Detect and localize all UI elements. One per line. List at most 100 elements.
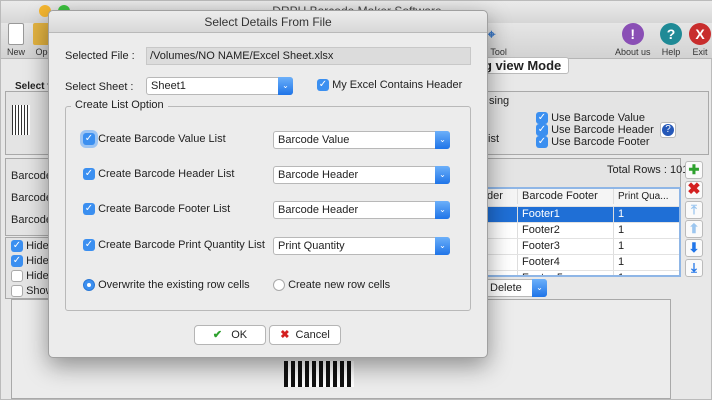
- barcode-label: Barcode: [11, 170, 52, 182]
- col-header[interactable]: Print Qua...: [613, 189, 669, 204]
- col-header[interactable]: der: [483, 189, 517, 204]
- delete-row-button[interactable]: ✖: [685, 181, 703, 199]
- checkbox: ✓: [11, 255, 23, 268]
- table-cell: 1: [613, 207, 669, 222]
- checkbox: ✓: [83, 239, 95, 252]
- table-cell: Footer4: [517, 255, 613, 270]
- radio-selected: [83, 279, 95, 292]
- use-options: ✓ Use Barcode Value ✓ Use Barcode Header…: [536, 112, 654, 149]
- exit-button[interactable]: X Exit: [689, 23, 711, 57]
- arrow-up-top-icon: ⤒: [691, 202, 697, 217]
- about-icon: !: [621, 23, 644, 45]
- chevron-down-icon: ⌄: [435, 131, 450, 149]
- column-select[interactable]: Barcode Value ⌄: [273, 131, 450, 149]
- checkbox: ✓: [83, 203, 95, 216]
- move-bottom-button[interactable]: ⤓: [685, 259, 703, 277]
- barcode-labels: Barcode Barcode Barcode: [11, 165, 52, 231]
- hide-option-label: Hide: [26, 240, 49, 252]
- chevron-down-icon: ⌄: [278, 77, 293, 95]
- cancel-button[interactable]: ✖ Cancel: [269, 325, 341, 345]
- view-mode-button[interactable]: g view Mode: [479, 57, 569, 74]
- checkbox: ✓: [11, 240, 23, 253]
- checkbox: [11, 270, 23, 283]
- checkbox: [11, 285, 23, 298]
- header-checkbox[interactable]: ✓ My Excel Contains Header: [317, 79, 463, 92]
- data-table[interactable]: der Barcode Footer Print Qua... Footer1 1 Fo…: [481, 187, 681, 277]
- hide-option-label: Hide: [26, 270, 49, 282]
- group-title: Create List Option: [71, 99, 168, 111]
- table-cell: 1: [613, 223, 669, 238]
- barcode-preview: [284, 361, 354, 387]
- column-select-value: Print Quantity: [278, 240, 345, 252]
- about-button[interactable]: ! About us: [615, 23, 651, 57]
- table-row[interactable]: Footer 51: [483, 271, 679, 275]
- info-help-button[interactable]: ?: [660, 122, 676, 138]
- selected-file-field: /Volumes/NO NAME/Excel Sheet.xlsx: [146, 47, 471, 65]
- create-list-checkbox[interactable]: ✓ Create Barcode Print Quantity List: [83, 239, 265, 252]
- sheet-value: Sheet1: [151, 80, 186, 92]
- table-row[interactable]: Footer1 1: [483, 207, 679, 223]
- new-button[interactable]: New: [7, 23, 25, 57]
- new-rows-radio[interactable]: Create new row cells: [273, 279, 391, 292]
- chevron-down-icon: ⌄: [435, 237, 450, 255]
- new-rows-label: Create new row cells: [288, 279, 391, 291]
- overwrite-label: Overwrite the existing row cells: [98, 279, 250, 291]
- create-list-label: Create Barcode Print Quantity List: [98, 239, 265, 251]
- new-file-icon: [8, 23, 24, 45]
- chevron-down-icon: ⌄: [435, 201, 450, 219]
- total-rows: Total Rows : 101: [607, 164, 689, 176]
- x-icon: ✖: [687, 181, 701, 198]
- table-row[interactable]: Footer2 1: [483, 223, 679, 239]
- sheet-select[interactable]: Sheet1 ⌄: [146, 77, 293, 95]
- create-list-label: Create Barcode Footer List: [98, 203, 231, 215]
- checkbox-checked: ✓: [317, 79, 329, 92]
- arrow-down-icon: ⬇: [688, 240, 700, 255]
- table-cell: Footer2: [517, 223, 613, 238]
- header-checkbox-label: My Excel Contains Header: [332, 79, 463, 91]
- help-icon: ?: [660, 23, 682, 45]
- add-row-button[interactable]: ✚: [685, 161, 703, 179]
- select-sheet-label: Select Sheet :: [65, 81, 134, 93]
- use-header-checkbox[interactable]: ✓ Use Barcode Header: [536, 124, 654, 137]
- column-select[interactable]: Barcode Header ⌄: [273, 166, 450, 184]
- table-cell: Footer3: [517, 239, 613, 254]
- ok-button[interactable]: ✔ OK: [194, 325, 266, 345]
- delete-select-value: Delete: [490, 282, 522, 294]
- table-cell: 1: [613, 271, 669, 275]
- use-value-checkbox[interactable]: ✓ Use Barcode Value: [536, 112, 654, 125]
- list-label: ist: [488, 133, 499, 145]
- overwrite-radio[interactable]: Overwrite the existing row cells: [83, 279, 250, 292]
- use-footer-checkbox[interactable]: ✓ Use Barcode Footer: [536, 136, 654, 149]
- question-icon: ?: [662, 124, 674, 136]
- radio-unselected: [273, 279, 285, 292]
- delete-select[interactable]: Delete ⌄: [485, 279, 547, 297]
- create-list-label: Create Barcode Header List: [98, 168, 235, 180]
- cancel-label: Cancel: [295, 329, 330, 341]
- column-select[interactable]: Print Quantity ⌄: [273, 237, 450, 255]
- chevron-down-icon: ⌄: [532, 279, 547, 297]
- column-select[interactable]: Barcode Header ⌄: [273, 201, 450, 219]
- exit-icon: X: [689, 23, 711, 45]
- create-list-checkbox[interactable]: ✓ Create Barcode Header List: [83, 168, 235, 181]
- table-row[interactable]: Footer4 1: [483, 255, 679, 271]
- checkbox: ✓: [83, 168, 95, 181]
- create-list-checkbox[interactable]: ✓ Create Barcode Footer List: [83, 203, 231, 216]
- group-label: sing: [489, 95, 510, 107]
- column-select-value: Barcode Value: [278, 134, 350, 146]
- select-details-dialog: Select Details From File Selected File :…: [48, 10, 488, 358]
- checkbox: ✓: [83, 133, 95, 146]
- help-label: Help: [661, 47, 681, 57]
- use-value-label: Use Barcode Value: [551, 112, 646, 124]
- table-row[interactable]: Footer3 1: [483, 239, 679, 255]
- col-header[interactable]: Barcode Footer: [517, 189, 613, 204]
- help-button[interactable]: ? Help: [660, 23, 682, 57]
- about-label: About us: [615, 47, 651, 57]
- table-cell: Footer 5: [517, 271, 613, 275]
- x-icon: ✖: [280, 329, 290, 341]
- arrow-down-bottom-icon: ⤓: [691, 260, 697, 275]
- plus-icon: ✚: [688, 162, 700, 177]
- create-list-checkbox[interactable]: ✓ Create Barcode Value List: [83, 133, 226, 146]
- move-down-button[interactable]: ⬇: [685, 239, 703, 257]
- move-up-button[interactable]: ⬆: [685, 220, 703, 238]
- move-top-button[interactable]: ⤒: [685, 201, 703, 219]
